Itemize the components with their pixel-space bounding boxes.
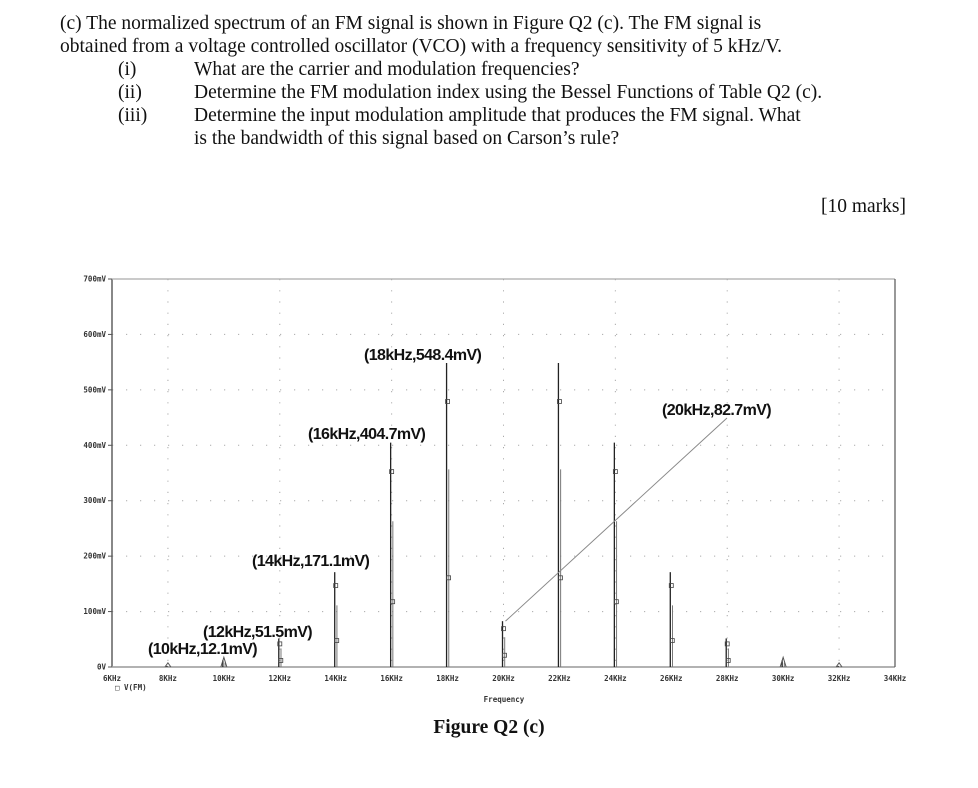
x-axis-ticks: 6KHz 8KHz 10KHz 12KHz 14KHz 16KHz 18KHz 20KHz 22…: [103, 674, 906, 683]
y-tick-label: 300mV: [83, 496, 106, 505]
grid: [112, 279, 895, 667]
y-tick-label: 600mV: [83, 330, 106, 339]
spectral-line: [557, 363, 563, 667]
x-tick-label: 6KHz: [103, 674, 121, 683]
x-tick-label: 10KHz: [213, 674, 236, 683]
y-tick-label: 700mV: [83, 275, 106, 284]
spectral-line: [220, 655, 228, 668]
spectral-line: [277, 638, 284, 667]
y-tick-label: 200mV: [83, 552, 106, 561]
spectral-line: [724, 638, 731, 667]
data-annotation: (10kHz,12.1mV): [148, 641, 257, 658]
x-tick-label: 22KHz: [548, 674, 571, 683]
y-tick-label: 500mV: [83, 385, 106, 394]
data-marker: [779, 655, 787, 668]
annotations: (10kHz,12.1mV)(12kHz,51.5mV) (14kHz,171.1…: [148, 347, 772, 658]
x-tick-label: 30KHz: [772, 674, 795, 683]
spectral-line: [389, 442, 396, 667]
y-tick-label: 100mV: [83, 607, 106, 616]
x-tick-label: 14KHz: [324, 674, 347, 683]
y-tick-label: 0V: [97, 663, 107, 672]
spectral-line: [445, 363, 451, 667]
spectral-line: [779, 655, 787, 668]
spectral-line: [612, 442, 619, 667]
x-tick-label: 16KHz: [380, 674, 403, 683]
x-tick-label: 26KHz: [660, 674, 683, 683]
fm-spectrum-chart: 0V 100mV 200mV 300mV 400mV 500mV 600mV 700mV 6K…: [83, 275, 906, 705]
x-tick-label: 18KHz: [436, 674, 459, 683]
data-marker: [220, 655, 228, 668]
x-tick-label: 8KHz: [159, 674, 177, 683]
data-annotation: (18kHz,548.4mV): [364, 347, 482, 364]
data-annotation: (20kHz,82.7mV): [662, 402, 771, 419]
x-tick-label: 12KHz: [268, 674, 291, 683]
data-annotation: (14kHz,171.1mV): [252, 553, 370, 570]
x-tick-label: 34KHz: [884, 674, 907, 683]
legend-entry: □ V(FM): [115, 683, 147, 692]
x-axis-label: Frequency: [484, 695, 525, 704]
data-annotation: (16kHz,404.7mV): [308, 426, 426, 443]
figure-caption: Figure Q2 (c): [433, 717, 545, 738]
y-tick-label: 400mV: [83, 441, 106, 450]
x-tick-label: 32KHz: [828, 674, 851, 683]
axes: [111, 278, 896, 668]
x-tick-label: 20KHz: [492, 674, 515, 683]
data-annotation: (12kHz,51.5mV): [203, 624, 312, 641]
spectral-line: [668, 572, 675, 667]
y-axis-ticks: 0V 100mV 200mV 300mV 400mV 500mV 600mV 700mV: [83, 275, 112, 672]
x-tick-label: 28KHz: [716, 674, 739, 683]
x-tick-label: 24KHz: [604, 674, 627, 683]
spectral-line: [333, 572, 340, 667]
